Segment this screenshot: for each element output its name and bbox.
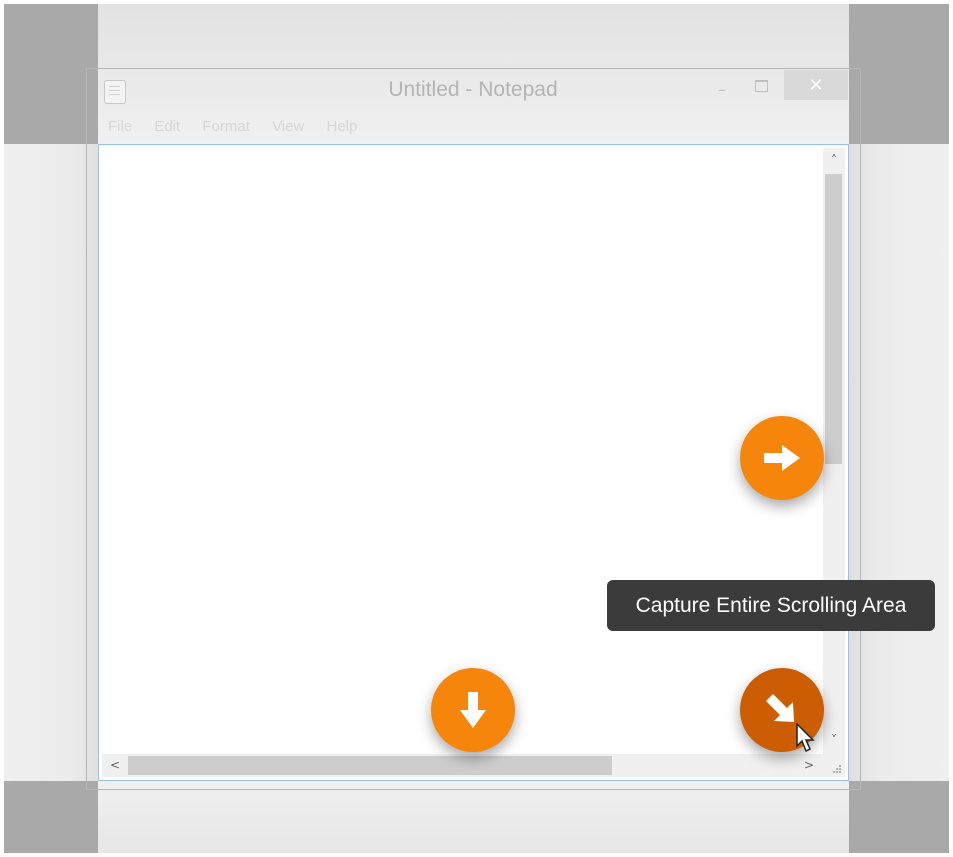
- menu-format[interactable]: Format: [202, 118, 250, 135]
- scroll-left-button[interactable]: <: [104, 754, 126, 777]
- resize-grip-icon[interactable]: [823, 754, 845, 777]
- menu-view[interactable]: View: [272, 118, 304, 135]
- menu-edit[interactable]: Edit: [154, 118, 180, 135]
- capture-overlay-corner: [4, 4, 98, 144]
- menu-bar: File Edit Format View Help: [108, 118, 375, 140]
- maximize-icon: [755, 80, 768, 92]
- close-button[interactable]: ✕: [784, 70, 848, 100]
- capture-overlay-corner: [4, 781, 98, 853]
- menu-help[interactable]: Help: [326, 118, 357, 135]
- vertical-scroll-thumb[interactable]: [825, 174, 842, 464]
- capture-vertical-button[interactable]: [431, 668, 515, 752]
- capture-horizontal-button[interactable]: [740, 416, 824, 500]
- notepad-app-icon: [104, 80, 126, 104]
- capture-overlay-right: [849, 144, 949, 781]
- scroll-right-button[interactable]: >: [798, 754, 820, 777]
- capture-overlay-corner: [849, 781, 949, 853]
- capture-overlay-left: [4, 144, 98, 781]
- arrow-right-icon: [764, 445, 800, 471]
- horizontal-scroll-thumb[interactable]: [128, 756, 612, 775]
- capture-tooltip: Capture Entire Scrolling Area: [607, 580, 935, 631]
- scroll-up-button[interactable]: ˄: [823, 150, 845, 170]
- pointer-cursor-icon: [796, 722, 815, 753]
- arrow-down-icon: [460, 692, 486, 728]
- scroll-down-button[interactable]: ˅: [823, 730, 845, 750]
- maximize-button[interactable]: [747, 78, 775, 98]
- window-title: Untitled - Notepad: [388, 78, 558, 101]
- menu-file[interactable]: File: [108, 118, 132, 135]
- capture-overlay-corner: [849, 4, 949, 144]
- minimize-button[interactable]: –: [708, 80, 736, 100]
- capture-overlay-bottom: [98, 781, 849, 853]
